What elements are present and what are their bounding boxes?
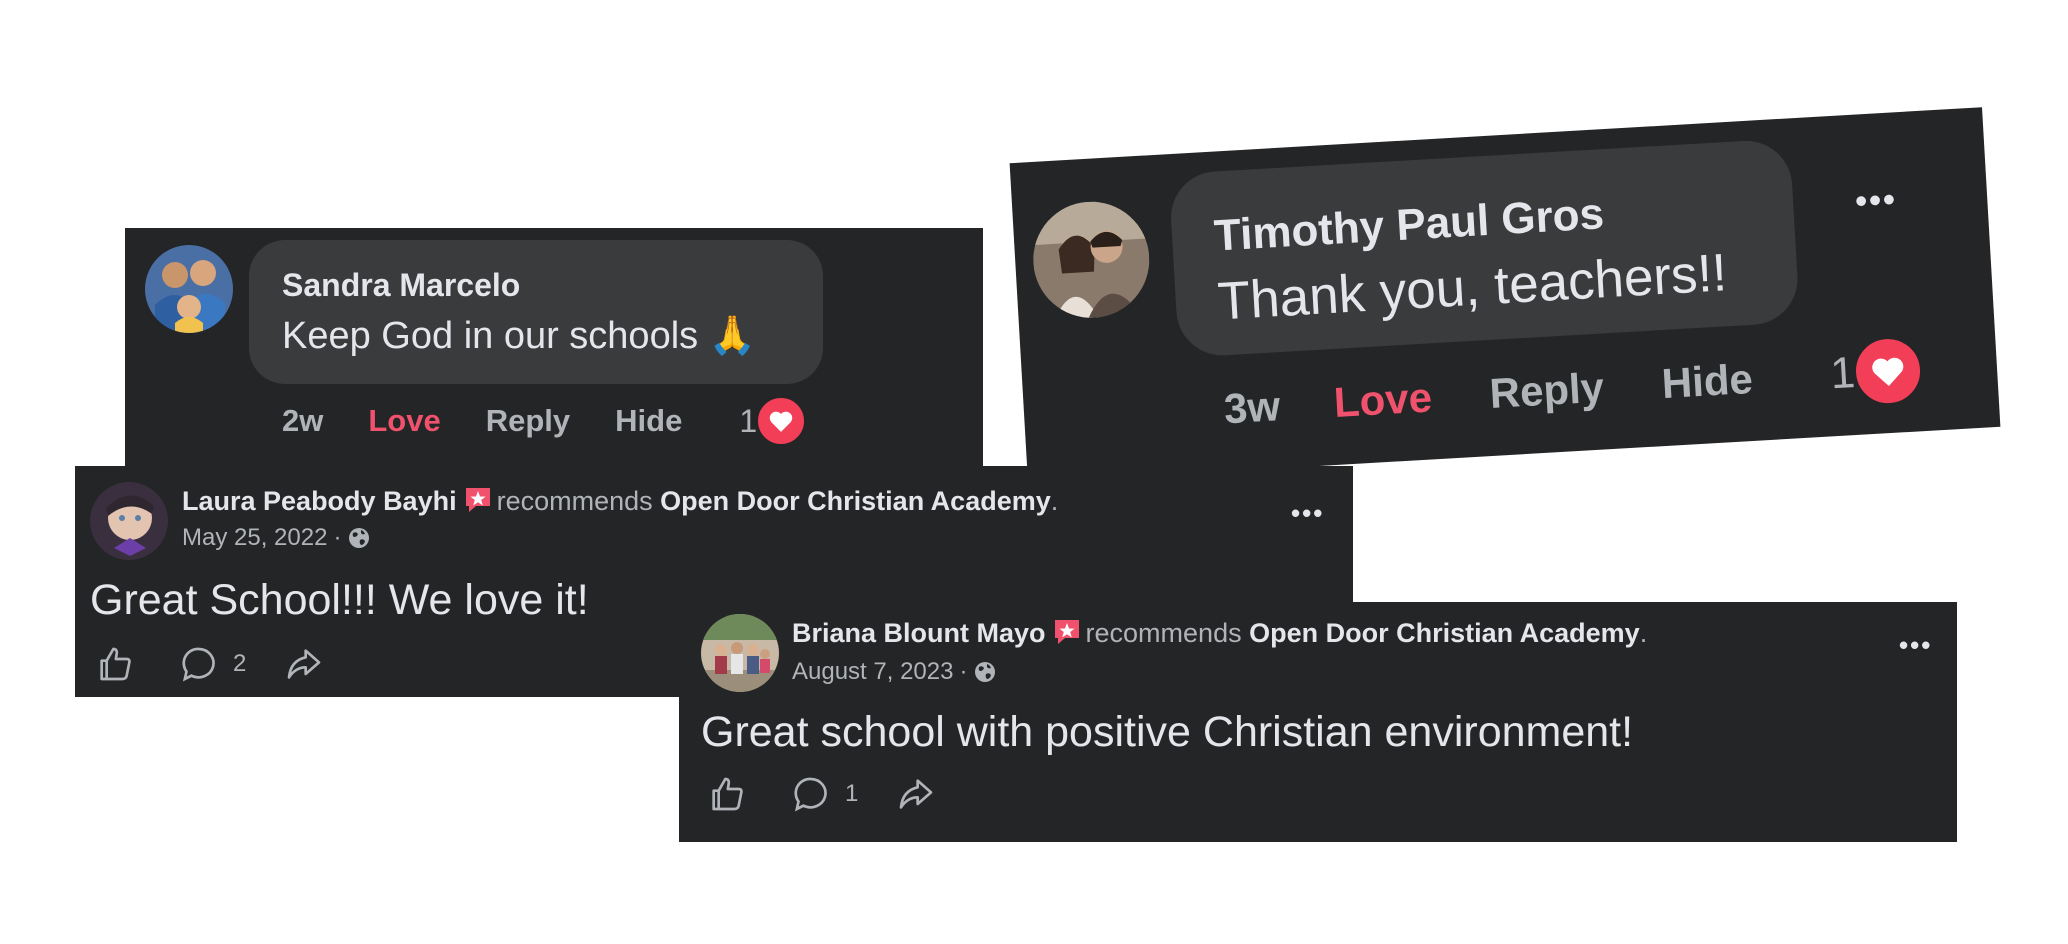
comment-bubble: Timothy Paul Gros Thank you, teachers!! bbox=[1168, 138, 1801, 358]
more-icon[interactable]: ••• bbox=[1899, 632, 1932, 658]
hide-button[interactable]: Hide bbox=[1660, 355, 1754, 408]
share-icon[interactable] bbox=[896, 774, 936, 814]
meta-separator: · bbox=[959, 658, 968, 685]
comment-icon[interactable] bbox=[791, 774, 831, 814]
comment-text: Keep God in our schools 🙏 bbox=[282, 315, 757, 357]
post-actions: 2 bbox=[95, 644, 324, 684]
heart-icon[interactable] bbox=[755, 395, 808, 447]
recommends-label: recommends bbox=[1085, 618, 1242, 648]
avatar[interactable] bbox=[90, 482, 168, 560]
recommend-badge-icon bbox=[465, 488, 490, 512]
comment-time[interactable]: 3w bbox=[1223, 382, 1282, 433]
page-link[interactable]: Open Door Christian Academy bbox=[1249, 618, 1640, 648]
recommends-label: recommends bbox=[496, 486, 653, 516]
post-text: Great school with positive Christian env… bbox=[701, 708, 1634, 756]
comment-bubble: Sandra Marcelo Keep God in our schools 🙏 bbox=[249, 240, 823, 384]
post-meta: August 7, 2023 · bbox=[792, 658, 997, 686]
reply-button[interactable]: Reply bbox=[486, 403, 570, 439]
globe-icon bbox=[975, 662, 996, 682]
comment-card-sandra: Sandra Marcelo Keep God in our schools 🙏… bbox=[125, 228, 983, 466]
post-author[interactable]: Briana Blount Mayo bbox=[792, 618, 1046, 648]
avatar[interactable] bbox=[1030, 198, 1153, 321]
avatar[interactable] bbox=[701, 614, 779, 692]
post-header: Briana Blount Mayo recommends Open Door C… bbox=[792, 617, 1647, 649]
meta-separator: · bbox=[333, 524, 342, 551]
comment-author[interactable]: Sandra Marcelo bbox=[282, 267, 520, 304]
period: . bbox=[1050, 486, 1059, 516]
period: . bbox=[1639, 618, 1648, 648]
page-link[interactable]: Open Door Christian Academy bbox=[660, 486, 1051, 516]
comment-author[interactable]: Timothy Paul Gros bbox=[1213, 189, 1606, 261]
post-card-briana: Briana Blount Mayo recommends Open Door C… bbox=[679, 602, 1957, 842]
comment-actions: 2w Love Reply Hide 1 bbox=[282, 395, 808, 447]
like-icon[interactable] bbox=[95, 644, 135, 684]
post-text: Great School!!! We love it! bbox=[90, 576, 589, 624]
comment-icon[interactable] bbox=[179, 644, 219, 684]
comment-actions: 3w Love Reply Hide 1 bbox=[1222, 333, 1925, 445]
comment-time[interactable]: 2w bbox=[282, 403, 323, 439]
love-button[interactable]: Love bbox=[368, 403, 440, 439]
post-header: Laura Peabody Bayhi recommends Open Door … bbox=[182, 485, 1058, 517]
avatar[interactable] bbox=[145, 245, 233, 333]
share-icon[interactable] bbox=[284, 644, 324, 684]
comment-card-timothy: Timothy Paul Gros Thank you, teachers!! … bbox=[1009, 107, 2001, 483]
post-author[interactable]: Laura Peabody Bayhi bbox=[182, 486, 457, 516]
more-icon[interactable]: ••• bbox=[1291, 500, 1324, 526]
comment-count[interactable]: 1 bbox=[845, 780, 858, 808]
post-actions: 1 bbox=[707, 774, 936, 814]
globe-icon bbox=[349, 528, 370, 548]
post-date[interactable]: August 7, 2023 bbox=[792, 658, 953, 686]
more-icon[interactable]: ••• bbox=[1854, 180, 1898, 220]
post-date[interactable]: May 25, 2022 bbox=[182, 524, 327, 552]
like-icon[interactable] bbox=[707, 774, 747, 814]
post-meta: May 25, 2022 · bbox=[182, 524, 371, 552]
comment-count[interactable]: 2 bbox=[233, 650, 246, 678]
reply-button[interactable]: Reply bbox=[1488, 363, 1605, 418]
heart-icon[interactable] bbox=[1850, 334, 1925, 409]
love-button[interactable]: Love bbox=[1333, 373, 1434, 427]
recommend-badge-icon bbox=[1054, 620, 1079, 644]
hide-button[interactable]: Hide bbox=[615, 403, 682, 439]
